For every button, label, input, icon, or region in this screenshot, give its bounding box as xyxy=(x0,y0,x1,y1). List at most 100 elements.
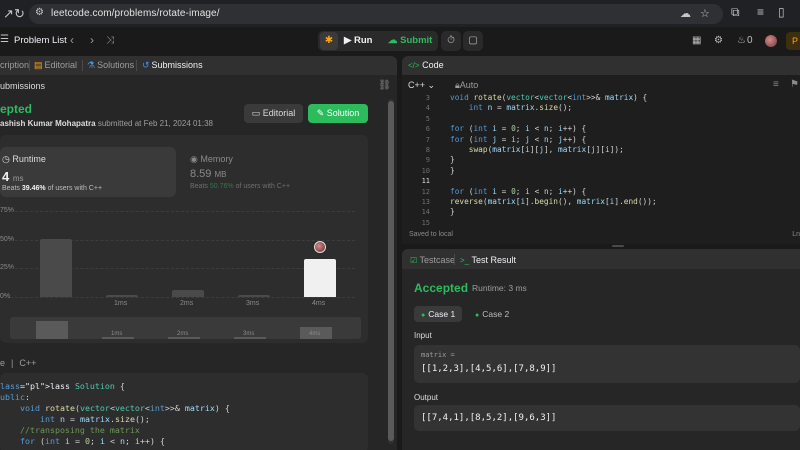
settings-gear-icon[interactable]: ⚙ xyxy=(714,35,723,46)
streak-fire-icon[interactable]: ♨ xyxy=(737,35,746,46)
tab-description[interactable]: cription xyxy=(0,60,29,70)
tab-solutions-label: Solutions xyxy=(97,60,135,70)
problem-list-link[interactable]: Problem List xyxy=(14,35,67,46)
media-icon[interactable]: ≡ xyxy=(757,5,764,19)
line-number: 7 xyxy=(425,135,430,144)
test-result-panel: ☑ Testcase >_ Test Result Accepted Runti… xyxy=(402,249,800,450)
timer-icon[interactable]: ⏱ xyxy=(441,31,461,51)
layout-icon[interactable]: ▦ xyxy=(692,35,701,46)
save-status: Saved to local xyxy=(409,231,453,238)
left-scrollbar[interactable] xyxy=(388,99,394,444)
terminal-icon: >_ xyxy=(460,256,470,265)
memory-beats-suffix: of users with C++ xyxy=(235,183,291,190)
notes-icon[interactable]: ▢ xyxy=(463,31,483,51)
minimap-label: 1ms xyxy=(111,331,123,337)
line-number: 14 xyxy=(421,208,430,217)
case-2-tab[interactable]: ● Case 2 xyxy=(468,306,516,322)
x-tick-label: 3ms xyxy=(246,300,260,307)
bookmark-star-icon[interactable]: ☆ xyxy=(700,7,710,20)
code-header-prefix: e xyxy=(0,358,6,368)
back-arrow-icon[interactable]: ↗ xyxy=(3,6,14,22)
output-box[interactable]: [[7,4,1],[8,5,2],[9,6,3]] xyxy=(414,405,800,431)
chart-range-slider[interactable]: 1ms 2ms 3ms 4ms xyxy=(10,317,361,339)
language-select[interactable]: C++ ⌄ xyxy=(408,80,435,91)
site-info-icon[interactable]: ⚙ xyxy=(35,7,44,18)
editor-line: for (int i = 0; i < n; i++) { xyxy=(450,124,587,134)
chart-bar[interactable] xyxy=(304,259,336,297)
browser-toolbar: ↗ ↻ ⚙ leetcode.com/problems/rotate-image… xyxy=(0,0,800,27)
code-panel-header: </> Code xyxy=(402,56,800,75)
cast-icon[interactable]: ☁ xyxy=(680,7,691,20)
tab-solutions[interactable]: ⚗ Solutions xyxy=(87,60,134,71)
submissions-breadcrumb[interactable]: ubmissions xyxy=(0,81,45,91)
line-number: 4 xyxy=(425,104,430,113)
share-link-icon[interactable]: ⛓ xyxy=(378,80,391,91)
left-tab-bar: cription ▤ Editorial ⚗ Solutions ↺ Submissi… xyxy=(0,56,397,75)
memory-unit: MB xyxy=(214,170,227,179)
editorial-button[interactable]: ▭ Editorial xyxy=(244,104,303,123)
history-icon: ↺ xyxy=(142,60,150,70)
editor-line: } xyxy=(450,165,455,175)
next-problem-icon[interactable]: › xyxy=(90,33,94,47)
chart-bar[interactable] xyxy=(106,294,138,297)
sidepanel-icon[interactable]: ▯ xyxy=(778,5,785,19)
input-box[interactable]: matrix = [[1,2,3],[4,5,6],[7,8,9]] xyxy=(414,345,800,383)
checkbox-icon: ☑ xyxy=(410,256,418,265)
line-number: 15 xyxy=(421,218,430,227)
tab-test-result[interactable]: >_ Test Result xyxy=(460,255,516,265)
author-name[interactable]: ashish Kumar Mohapatra xyxy=(0,119,96,128)
code-panel-title: </> Code xyxy=(408,60,444,70)
line-number: 10 xyxy=(421,166,430,175)
editor-toolbar: C++ ⌄ 🔒︎Auto ≡ ⚑ xyxy=(402,77,800,94)
reload-icon[interactable]: ↻ xyxy=(14,6,25,22)
tab-submissions[interactable]: ↺ Submissions xyxy=(142,60,203,71)
code-icon: </> xyxy=(408,61,420,70)
input-label: Input xyxy=(414,331,432,340)
submit-label: Submit xyxy=(400,35,433,46)
run-label: Run xyxy=(353,35,373,46)
pass-dot-icon: ● xyxy=(421,312,426,319)
minimap-bar xyxy=(102,337,134,339)
memory-label[interactable]: ◉ Memory xyxy=(190,154,233,165)
code-line: for (int i = 0; i < n; i++) { xyxy=(19,436,165,446)
format-icon[interactable]: ≡ xyxy=(773,79,779,90)
submission-panel: cription ▤ Editorial ⚗ Solutions ↺ Submissi… xyxy=(0,56,397,450)
left-scrollbar-thumb[interactable] xyxy=(388,101,394,441)
submit-button[interactable]: ☁ Submit xyxy=(388,35,432,46)
editor-line: swap(matrix[i][j], matrix[j][i]); xyxy=(468,145,624,154)
shuffle-icon[interactable]: ⤨ xyxy=(106,35,114,46)
solution-button[interactable]: ✎ Solution xyxy=(308,104,368,123)
panel-resize-handle[interactable] xyxy=(612,245,624,247)
code-title-text: Code xyxy=(422,60,444,70)
address-bar[interactable]: ⚙ leetcode.com/problems/rotate-image/ ☁ … xyxy=(29,4,723,24)
debug-icon[interactable]: ✱ xyxy=(320,32,338,50)
chart-bar[interactable] xyxy=(238,294,270,297)
memory-beats: Beats 50.76% of users with C++ xyxy=(190,183,290,190)
editorial-button-label: Editorial xyxy=(262,108,296,118)
premium-button[interactable]: P xyxy=(786,32,800,50)
submitted-time: submitted at Feb 21, 2024 01:38 xyxy=(97,119,214,128)
chart-bar[interactable] xyxy=(40,238,72,297)
bookmark-icon[interactable]: ⚑ xyxy=(790,79,799,90)
prev-problem-icon[interactable]: ‹ xyxy=(70,33,74,47)
minimap-label: 3ms xyxy=(243,331,255,337)
test-panel-tabs: ☑ Testcase >_ Test Result xyxy=(402,249,800,269)
submitted-code-block[interactable]: lass="pl">lass Solution {ublic: void rot… xyxy=(0,373,368,450)
line-number: 11 xyxy=(421,177,430,186)
code-editor[interactable]: 3 void rotate(vector<vector<int>>& matrix… xyxy=(402,93,800,227)
run-button[interactable]: ▶ Run xyxy=(344,35,372,46)
tab-divider xyxy=(136,60,137,71)
extensions-icon[interactable]: ⧉ xyxy=(731,5,740,20)
gridline xyxy=(10,297,355,298)
memory-label-text: Memory xyxy=(200,154,233,164)
memory-value: 8.59 MB xyxy=(190,168,226,180)
tab-testcase[interactable]: ☑ Testcase xyxy=(410,255,455,265)
chart-bar[interactable] xyxy=(172,290,204,297)
auto-mode-toggle[interactable]: 🔒︎Auto xyxy=(455,80,478,91)
tab-editorial[interactable]: ▤ Editorial xyxy=(34,60,77,71)
case-1-tab[interactable]: ● Case 1 xyxy=(414,306,463,322)
runtime-beats: Beats 39.46% of users with C++ xyxy=(2,185,102,192)
runtime-card[interactable]: ◷ Runtime 4 ms Beats 39.46% of users wit… xyxy=(0,147,176,197)
user-avatar[interactable] xyxy=(765,35,777,47)
minimap-bar xyxy=(234,337,266,339)
